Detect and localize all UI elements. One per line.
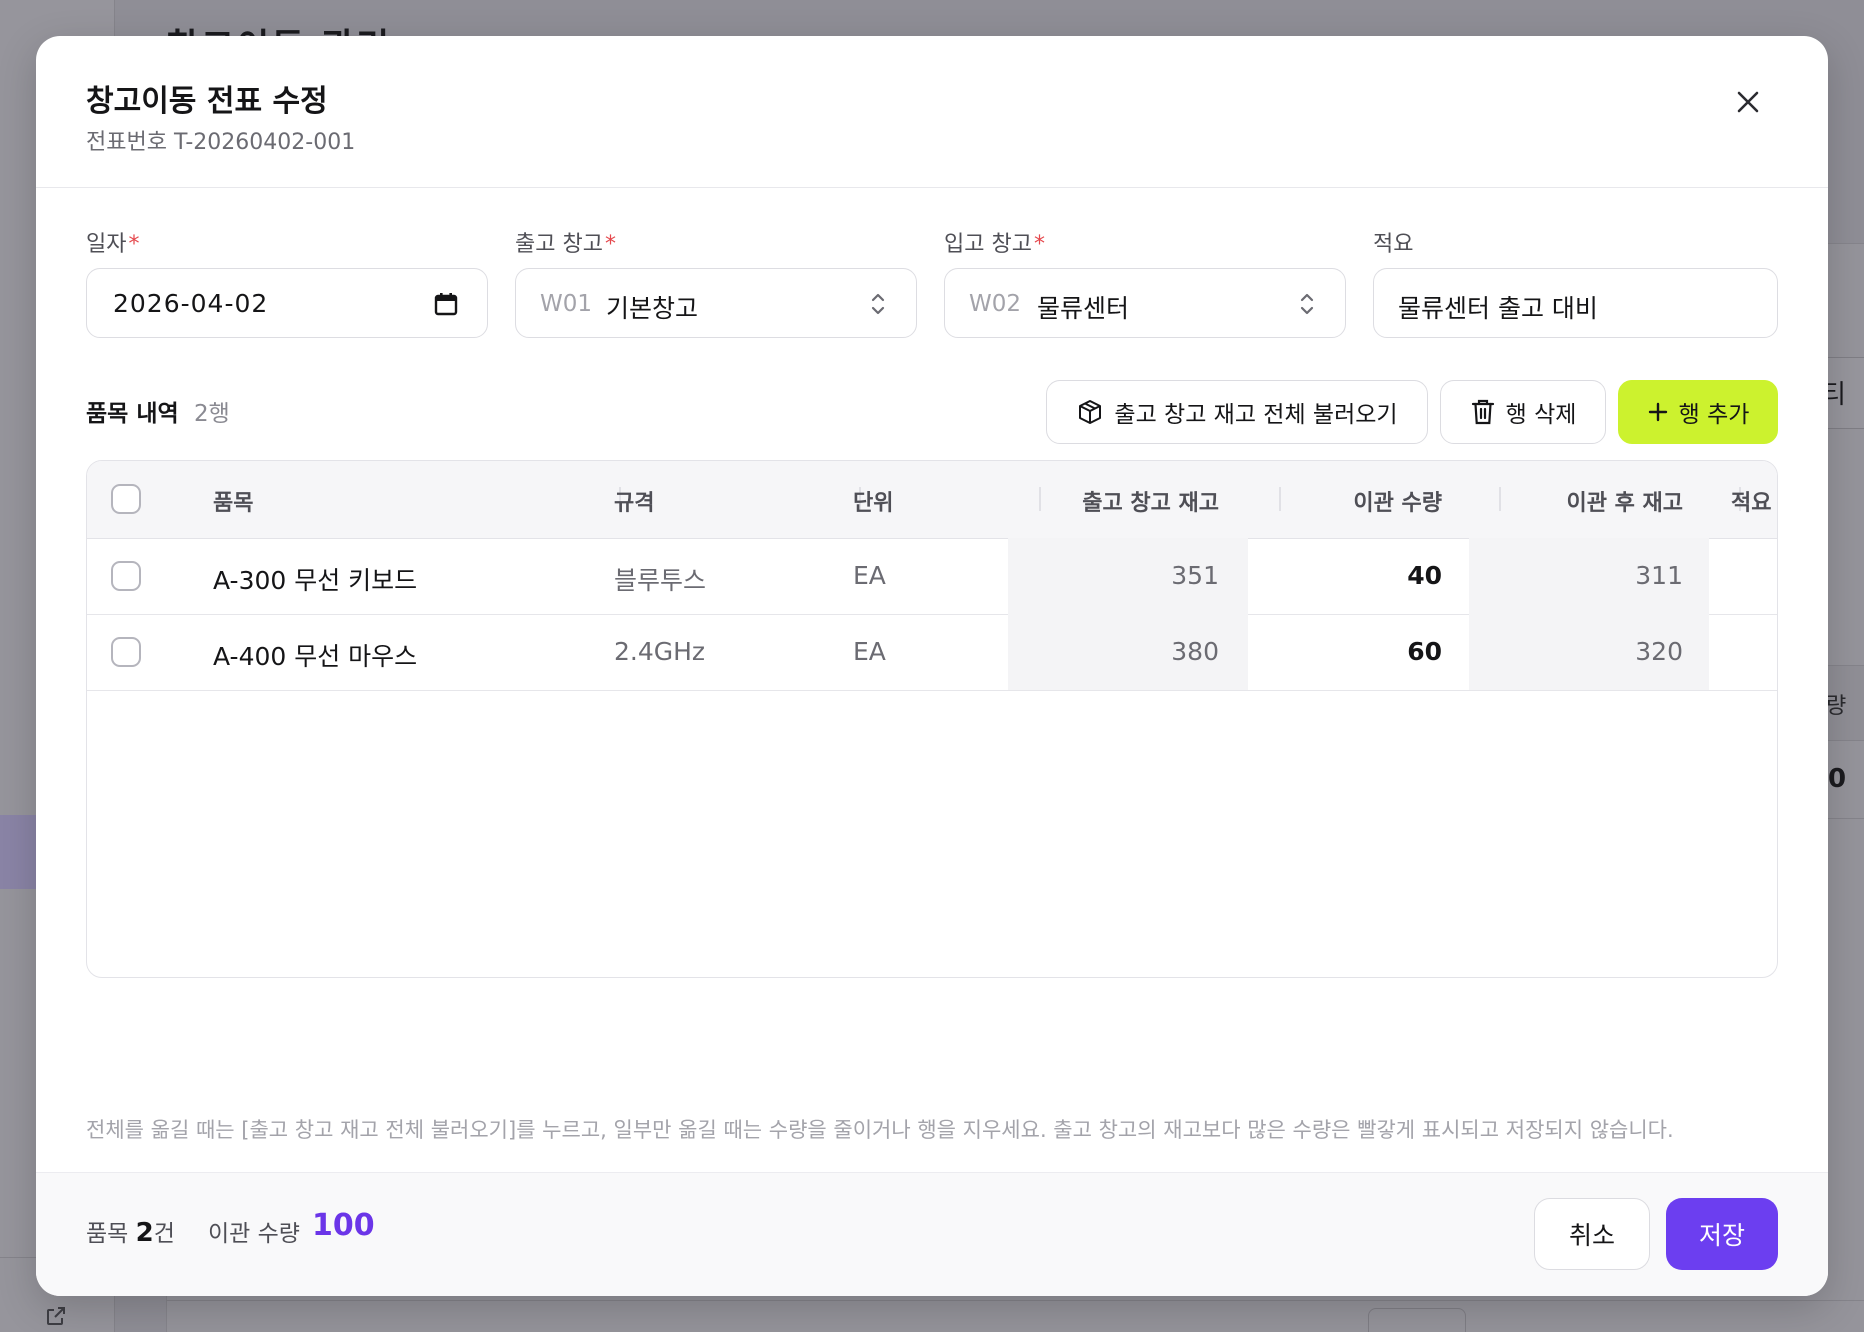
date-label: 일자*: [86, 226, 139, 258]
trash-icon: [1471, 399, 1494, 425]
header-transfer-qty: 이관 수량: [1353, 491, 1442, 516]
out-warehouse-select[interactable]: W01 기본창고: [515, 268, 917, 338]
item-name: A-300 무선 키보드: [213, 566, 418, 595]
background-footer: [166, 1300, 1864, 1332]
select-all-checkbox[interactable]: [111, 484, 141, 514]
transfer-qty-summary-label: 이관 수량: [208, 1221, 300, 1247]
transfer-qty-input[interactable]: 60: [1407, 637, 1442, 666]
required-mark: *: [1033, 232, 1045, 257]
header-after-stock: 이관 후 재고: [1566, 491, 1683, 516]
item-unit: EA: [853, 637, 886, 666]
header-item: 품목: [213, 491, 254, 516]
close-icon: [1737, 91, 1759, 113]
date-label-text: 일자: [86, 232, 127, 257]
delete-row-label: 행 삭제: [1505, 402, 1577, 428]
save-button[interactable]: 저장: [1666, 1198, 1778, 1270]
close-button[interactable]: [1726, 80, 1770, 124]
header-unit: 단위: [853, 491, 894, 516]
header-spec: 규격: [614, 491, 655, 516]
modal-title: 창고이동 전표 수정: [86, 84, 328, 119]
row-checkbox[interactable]: [111, 637, 141, 667]
in-warehouse-code: W02: [969, 291, 1022, 317]
after-stock-value: 320: [1635, 637, 1683, 666]
plus-icon: [1648, 402, 1667, 422]
load-all-stock-label: 출고 창고 재고 전체 불러오기: [1114, 402, 1398, 428]
item-name: A-400 무선 마우스: [213, 642, 418, 671]
voucher-number: 전표번호 T-20260402-001: [86, 130, 356, 155]
background-page-size-select: [1368, 1308, 1466, 1332]
modal-header: 창고이동 전표 수정 전표번호 T-20260402-001: [36, 36, 1828, 188]
column-resize-handle[interactable]: [1279, 487, 1281, 511]
out-warehouse-label: 출고 창고*: [515, 226, 616, 258]
date-value: 2026-04-02: [113, 289, 269, 318]
table-row[interactable]: A-300 무선 키보드 블루투스 EA 351 40 311: [87, 538, 1777, 615]
column-resize-handle[interactable]: [1499, 487, 1501, 511]
items-table: 품목 규격 단위 출고 창고 재고 이관 수량 이관 후 재고 적요 A-300…: [86, 460, 1778, 978]
add-row-button[interactable]: 행 추가: [1618, 380, 1778, 444]
external-link-icon: [47, 1307, 65, 1325]
item-spec: 블루투스: [614, 566, 707, 595]
help-text: 전체를 옮길 때는 [출고 창고 재고 전체 불러오기]를 누르고, 일부만 옮…: [86, 1118, 1674, 1142]
out-warehouse-label-text: 출고 창고: [515, 232, 603, 257]
required-mark: *: [604, 232, 616, 257]
in-warehouse-label-text: 입고 창고: [944, 232, 1032, 257]
load-all-stock-button[interactable]: 출고 창고 재고 전체 불러오기: [1046, 380, 1428, 444]
delete-row-button[interactable]: 행 삭제: [1440, 380, 1606, 444]
header-memo: 적요: [1731, 491, 1772, 516]
out-warehouse-name: 기본창고: [606, 294, 699, 323]
item-count-suffix: 건: [153, 1221, 175, 1247]
column-resize-handle[interactable]: [1039, 487, 1041, 511]
memo-input[interactable]: 물류센터 출고 대비: [1373, 268, 1778, 338]
out-warehouse-code: W01: [540, 291, 593, 317]
table-row[interactable]: A-400 무선 마우스 2.4GHz EA 380 60 320: [87, 614, 1777, 691]
after-stock-value: 311: [1635, 561, 1683, 590]
add-row-label: 행 추가: [1678, 402, 1750, 428]
in-warehouse-name: 물류센터: [1037, 294, 1130, 323]
chevron-updown-icon: [871, 293, 885, 315]
memo-value: 물류센터 출고 대비: [1398, 294, 1598, 323]
item-count-label: 품목: [86, 1221, 129, 1247]
item-count-summary: 품목 2건: [86, 1214, 175, 1248]
transfer-qty-input[interactable]: 40: [1407, 561, 1442, 590]
cancel-button[interactable]: 취소: [1534, 1198, 1650, 1270]
transfer-qty-total: 100: [312, 1208, 375, 1243]
chevron-updown-icon: [1300, 293, 1314, 315]
background-header-text: 량: [1826, 694, 1847, 719]
items-row-count: 2행: [194, 401, 230, 427]
header-out-stock: 출고 창고 재고: [1082, 491, 1219, 516]
item-spec: 2.4GHz: [614, 637, 706, 666]
out-stock-value: 380: [1171, 637, 1219, 666]
background-value-text: 0: [1828, 764, 1847, 794]
memo-label: 적요: [1373, 232, 1414, 257]
in-warehouse-select[interactable]: W02 물류센터: [944, 268, 1346, 338]
required-mark: *: [128, 232, 140, 257]
row-checkbox[interactable]: [111, 561, 141, 591]
in-warehouse-label: 입고 창고*: [944, 226, 1045, 258]
box-icon: [1079, 400, 1102, 424]
item-unit: EA: [853, 561, 886, 590]
edit-transfer-modal: 창고이동 전표 수정 전표번호 T-20260402-001 일자* 2026-…: [36, 36, 1828, 1296]
item-count-value: 2: [135, 1218, 154, 1248]
table-header: 품목 규격 단위 출고 창고 재고 이관 수량 이관 후 재고 적요: [87, 461, 1777, 539]
items-section-title: 품목 내역: [86, 401, 179, 427]
calendar-icon[interactable]: [433, 291, 459, 317]
out-stock-value: 351: [1171, 561, 1219, 590]
date-input[interactable]: 2026-04-02: [86, 268, 488, 338]
